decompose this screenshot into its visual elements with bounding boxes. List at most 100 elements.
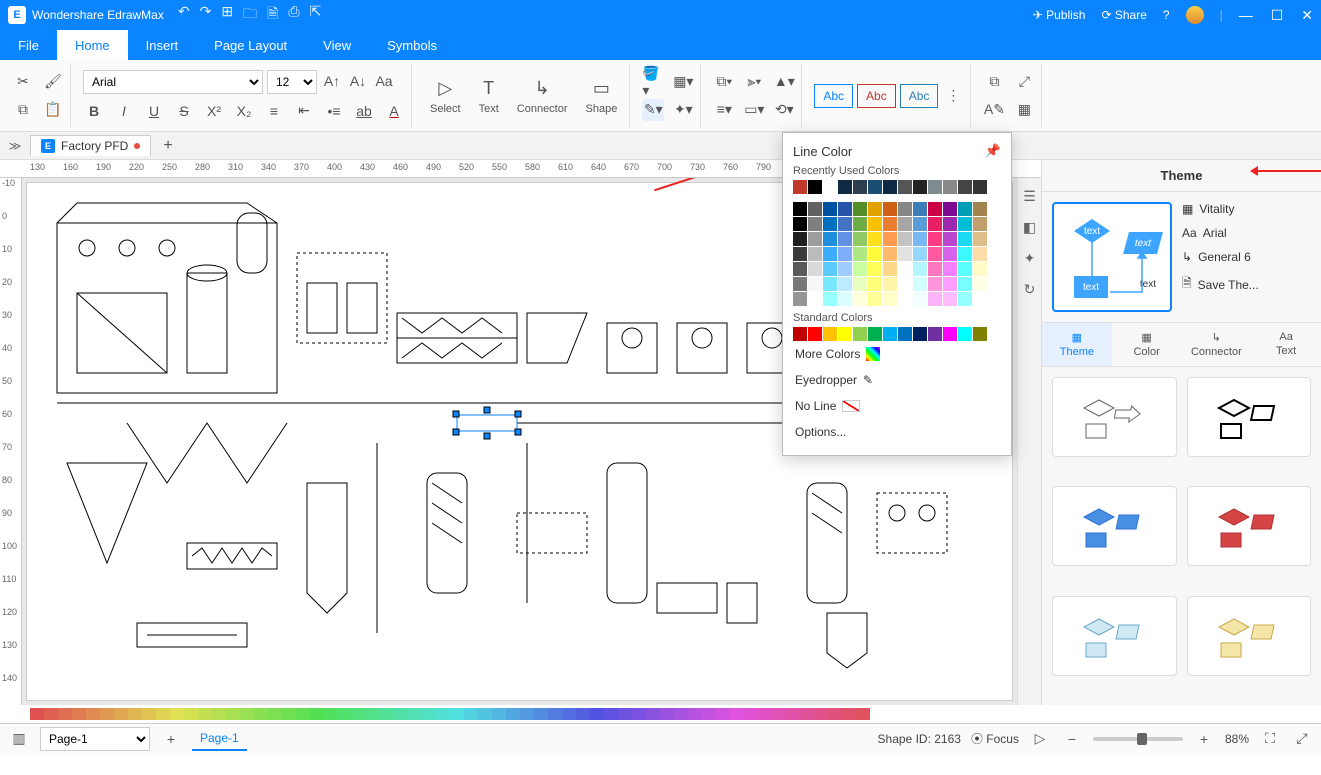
underline-icon[interactable]: U xyxy=(143,100,165,122)
color-chip[interactable] xyxy=(30,708,44,720)
color-swatch[interactable] xyxy=(823,217,837,231)
color-swatch[interactable] xyxy=(958,180,972,194)
color-swatch[interactable] xyxy=(808,262,822,276)
menu-page-layout[interactable]: Page Layout xyxy=(196,30,305,60)
page-tab[interactable]: Page-1 xyxy=(192,727,247,751)
font-color-icon[interactable]: A xyxy=(383,100,405,122)
color-swatch[interactable] xyxy=(793,232,807,246)
color-swatch[interactable] xyxy=(958,217,972,231)
new-icon[interactable]: ⊞ xyxy=(221,3,233,27)
page-select[interactable]: Page-1 xyxy=(40,727,150,751)
color-chip[interactable] xyxy=(282,708,296,720)
color-chip[interactable] xyxy=(590,708,604,720)
color-swatch[interactable] xyxy=(823,247,837,261)
theme-item[interactable] xyxy=(1187,377,1312,457)
color-swatch[interactable] xyxy=(913,327,927,341)
style-more-icon[interactable]: ⋮ xyxy=(942,85,964,107)
theme-item[interactable] xyxy=(1187,596,1312,676)
color-swatch[interactable] xyxy=(913,217,927,231)
menu-home[interactable]: Home xyxy=(57,30,128,60)
color-swatch[interactable] xyxy=(838,247,852,261)
bold-icon[interactable]: B xyxy=(83,100,105,122)
color-chip[interactable] xyxy=(184,708,198,720)
color-swatch[interactable] xyxy=(793,217,807,231)
color-swatch[interactable] xyxy=(958,247,972,261)
color-swatch[interactable] xyxy=(928,217,942,231)
color-chip[interactable] xyxy=(240,708,254,720)
flip-icon[interactable]: ▲▾ xyxy=(773,71,795,93)
color-swatch[interactable] xyxy=(868,262,882,276)
style-abc-3[interactable]: Abc xyxy=(900,84,939,108)
color-swatch[interactable] xyxy=(928,232,942,246)
color-swatch[interactable] xyxy=(913,202,927,216)
color-swatch[interactable] xyxy=(973,262,987,276)
color-swatch[interactable] xyxy=(883,292,897,306)
undo-icon[interactable]: ↶ xyxy=(178,3,190,27)
color-swatch[interactable] xyxy=(913,180,927,194)
color-swatch[interactable] xyxy=(808,232,822,246)
maximize-icon[interactable]: ☐ xyxy=(1271,7,1284,24)
color-swatch[interactable] xyxy=(973,180,987,194)
color-chip[interactable] xyxy=(310,708,324,720)
color-chip[interactable] xyxy=(100,708,114,720)
color-swatch[interactable] xyxy=(958,292,972,306)
side-history-icon[interactable]: ↻ xyxy=(1024,281,1036,298)
color-chip[interactable] xyxy=(352,708,366,720)
color-swatch[interactable] xyxy=(883,327,897,341)
color-chip[interactable] xyxy=(296,708,310,720)
subtab-theme[interactable]: ▦Theme xyxy=(1042,323,1112,366)
color-swatch[interactable] xyxy=(793,327,807,341)
color-chip[interactable] xyxy=(758,708,772,720)
color-swatch[interactable] xyxy=(853,327,867,341)
style-abc-1[interactable]: Abc xyxy=(814,84,853,108)
color-chip[interactable] xyxy=(394,708,408,720)
color-swatch[interactable] xyxy=(883,217,897,231)
subtab-connector[interactable]: ↳Connector xyxy=(1182,323,1252,366)
minimize-icon[interactable]: — xyxy=(1239,7,1253,24)
color-chip[interactable] xyxy=(436,708,450,720)
color-chip[interactable] xyxy=(716,708,730,720)
color-chip[interactable] xyxy=(534,708,548,720)
color-chip[interactable] xyxy=(128,708,142,720)
help-icon[interactable]: ? xyxy=(1163,8,1170,22)
close-icon[interactable]: ✕ xyxy=(1301,7,1313,24)
color-chip[interactable] xyxy=(142,708,156,720)
color-chip[interactable] xyxy=(744,708,758,720)
color-swatch[interactable] xyxy=(853,262,867,276)
color-swatch[interactable] xyxy=(808,327,822,341)
rotate-icon[interactable]: ⟲▾ xyxy=(773,99,795,121)
color-chip[interactable] xyxy=(478,708,492,720)
color-swatch[interactable] xyxy=(868,217,882,231)
color-swatch[interactable] xyxy=(943,247,957,261)
color-swatch[interactable] xyxy=(793,277,807,291)
color-chip[interactable] xyxy=(268,708,282,720)
bullets-icon[interactable]: •≡ xyxy=(323,100,345,122)
color-swatch[interactable] xyxy=(943,202,957,216)
color-swatch[interactable] xyxy=(973,277,987,291)
color-chip[interactable] xyxy=(422,708,436,720)
doc-tab[interactable]: E Factory PFD xyxy=(30,135,151,156)
color-chip[interactable] xyxy=(464,708,478,720)
color-chip[interactable] xyxy=(254,708,268,720)
color-swatch[interactable] xyxy=(943,232,957,246)
align-icon[interactable]: ⫸▾ xyxy=(743,71,765,93)
cut-icon[interactable]: ✂ xyxy=(12,71,34,93)
color-swatch[interactable] xyxy=(838,202,852,216)
share-button[interactable]: ⟳ Share xyxy=(1101,8,1146,22)
eyedropper[interactable]: Eyedropper ✎ xyxy=(793,367,1001,393)
color-swatch[interactable] xyxy=(868,277,882,291)
color-swatch[interactable] xyxy=(928,202,942,216)
color-swatch[interactable] xyxy=(883,247,897,261)
color-chip[interactable] xyxy=(786,708,800,720)
text-style-icon[interactable]: A✎ xyxy=(983,99,1005,121)
color-strip[interactable] xyxy=(0,705,1321,723)
color-swatch[interactable] xyxy=(883,180,897,194)
color-swatch[interactable] xyxy=(823,262,837,276)
color-swatch[interactable] xyxy=(838,277,852,291)
color-swatch[interactable] xyxy=(928,180,942,194)
theme-item[interactable] xyxy=(1052,377,1177,457)
font-combo[interactable]: Arial xyxy=(83,70,263,94)
add-page-icon[interactable]: + xyxy=(160,728,182,750)
line-color-icon[interactable]: ✎▾ xyxy=(642,99,664,121)
tabs-scroll-icon[interactable]: ≫ xyxy=(4,139,26,153)
